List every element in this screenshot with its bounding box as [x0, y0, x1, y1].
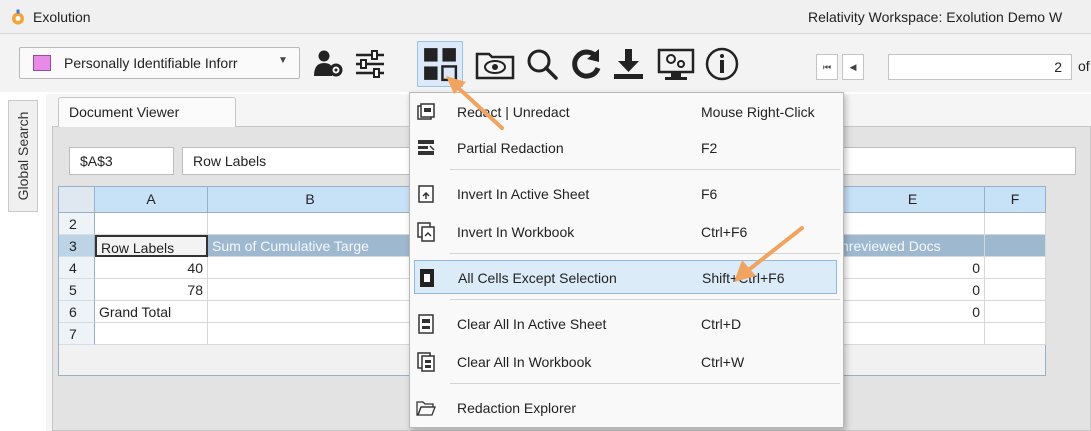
column-header-f[interactable]: F — [985, 187, 1046, 213]
menu-item-clear-workbook[interactable]: Clear All In Workbook Ctrl+W — [410, 345, 843, 379]
menu-separator — [450, 253, 840, 254]
global-search-label: Global Search — [15, 111, 31, 201]
clear-workbook-icon — [416, 352, 436, 372]
cell-b4[interactable] — [208, 257, 413, 279]
search-icon[interactable] — [524, 46, 560, 82]
partial-redaction-icon — [416, 138, 436, 158]
menu-item-shortcut: Ctrl+F6 — [701, 224, 748, 240]
info-icon[interactable] — [704, 46, 740, 82]
menu-separator — [450, 169, 840, 170]
toolbar: Personally Identifiable Inforr ▼ ⏮ ◀ 2 o… — [0, 34, 1091, 92]
menu-item-clear-active-sheet[interactable]: Clear All In Active Sheet Ctrl+D — [410, 307, 843, 341]
global-search-tab[interactable]: Global Search — [8, 100, 38, 212]
cell-a2[interactable] — [95, 213, 208, 235]
menu-item-shortcut: F2 — [701, 140, 718, 156]
page-number-input[interactable]: 2 — [888, 54, 1072, 80]
folder-icon — [416, 398, 436, 418]
menu-item-label: Invert In Active Sheet — [457, 186, 590, 202]
cell-e3[interactable]: nreviewed Docs — [841, 235, 985, 257]
column-header-a[interactable]: A — [95, 187, 208, 213]
app-name: Exolution — [33, 9, 91, 25]
menu-item-shortcut: Shift+Ctrl+F6 — [702, 270, 785, 286]
cell-reference-field[interactable]: $A$3 — [69, 147, 174, 175]
clear-sheet-icon — [416, 314, 436, 334]
redact-icon — [416, 102, 436, 122]
cell-e4[interactable]: 0 — [841, 257, 985, 279]
cell-b6[interactable] — [208, 301, 413, 323]
download-icon[interactable] — [610, 46, 646, 82]
menu-item-label: Clear All In Active Sheet — [457, 316, 607, 332]
cell-a7[interactable] — [95, 323, 208, 345]
refresh-icon[interactable] — [568, 46, 604, 82]
redaction-menu: Redact | Unredact Mouse Right-Click Part… — [409, 92, 844, 428]
row-header[interactable]: 7 — [59, 323, 95, 345]
app-logo-icon — [10, 9, 26, 25]
cell-f5[interactable] — [985, 279, 1046, 301]
invert-workbook-icon — [416, 222, 436, 242]
menu-item-shortcut: Ctrl+W — [701, 354, 745, 370]
menu-item-label: Clear All In Workbook — [457, 354, 592, 370]
redaction-modes-icon[interactable] — [417, 41, 463, 87]
row-header[interactable]: 5 — [59, 279, 95, 301]
chevron-down-icon: ▼ — [278, 55, 288, 66]
menu-item-invert-active-sheet[interactable]: Invert In Active Sheet F6 — [410, 177, 843, 211]
menu-separator — [450, 299, 840, 300]
cell-e5[interactable]: 0 — [841, 279, 985, 301]
cell-a5[interactable]: 78 — [95, 279, 208, 301]
menu-separator — [450, 383, 840, 384]
column-header-e[interactable]: E — [841, 187, 985, 213]
cell-b7[interactable] — [208, 323, 413, 345]
sliders-icon[interactable] — [352, 46, 388, 82]
cell-a6[interactable]: Grand Total — [95, 301, 208, 323]
row-header[interactable]: 3 — [59, 235, 95, 257]
cell-f2[interactable] — [985, 213, 1046, 235]
cell-f3[interactable] — [985, 235, 1046, 257]
cell-e7[interactable] — [841, 323, 985, 345]
redaction-type-dropdown[interactable]: Personally Identifiable Inforr ▼ — [19, 47, 300, 79]
prev-page-button[interactable]: ◀ — [842, 54, 864, 80]
page-count-label: of 1 — [1078, 58, 1091, 74]
menu-item-label: Partial Redaction — [457, 140, 564, 156]
row-header[interactable]: 4 — [59, 257, 95, 279]
cell-e2[interactable] — [841, 213, 985, 235]
cell-a4[interactable]: 40 — [95, 257, 208, 279]
menu-item-label: All Cells Except Selection — [458, 270, 617, 286]
menu-item-redact-unredact[interactable]: Redact | Unredact Mouse Right-Click — [410, 95, 843, 129]
menu-item-shortcut: Mouse Right-Click — [701, 104, 815, 120]
menu-item-shortcut: F6 — [701, 186, 718, 202]
redaction-color-swatch — [33, 55, 51, 71]
row-header[interactable]: 2 — [59, 213, 95, 235]
menu-item-label: Invert In Workbook — [457, 224, 575, 240]
menu-item-redaction-explorer[interactable]: Redaction Explorer — [410, 391, 843, 425]
tab-document-viewer[interactable]: Document Viewer — [58, 97, 236, 127]
cell-f7[interactable] — [985, 323, 1046, 345]
menu-item-label: Redaction Explorer — [457, 400, 577, 416]
all-cells-icon — [417, 268, 437, 288]
redaction-type-label: Personally Identifiable Inforr — [64, 55, 238, 71]
menu-item-all-cells-except-selection[interactable]: All Cells Except Selection Shift+Ctrl+F6 — [414, 260, 837, 294]
cell-b5[interactable] — [208, 279, 413, 301]
cell-f6[interactable] — [985, 301, 1046, 323]
cell-e6[interactable]: 0 — [841, 301, 985, 323]
menu-item-label: Redact | Unredact — [457, 104, 570, 120]
menu-item-invert-workbook[interactable]: Invert In Workbook Ctrl+F6 — [410, 215, 843, 249]
invert-sheet-icon — [416, 184, 436, 204]
title-bar: Exolution Relativity Workspace: Exolutio… — [0, 0, 1091, 34]
first-page-button[interactable]: ⏮ — [816, 54, 838, 80]
document-viewer-tab-label: Document Viewer — [69, 104, 180, 120]
column-header-b[interactable]: B — [208, 187, 413, 213]
menu-item-shortcut: Ctrl+D — [701, 316, 742, 332]
cell-b3[interactable]: Sum of Cumulative Targe — [208, 235, 413, 257]
user-settings-icon[interactable] — [310, 46, 346, 82]
folder-eye-icon[interactable] — [474, 46, 516, 82]
cell-b2[interactable] — [208, 213, 413, 235]
row-header[interactable]: 6 — [59, 301, 95, 323]
cell-a3-selected[interactable]: Row Labels — [95, 235, 208, 257]
cell-f4[interactable] — [985, 257, 1046, 279]
workspace-title: Relativity Workspace: Exolution Demo W — [808, 9, 1063, 25]
corner-cell — [59, 187, 95, 213]
menu-item-partial-redaction[interactable]: Partial Redaction F2 — [410, 131, 843, 165]
monitor-gear-icon[interactable] — [655, 46, 697, 82]
